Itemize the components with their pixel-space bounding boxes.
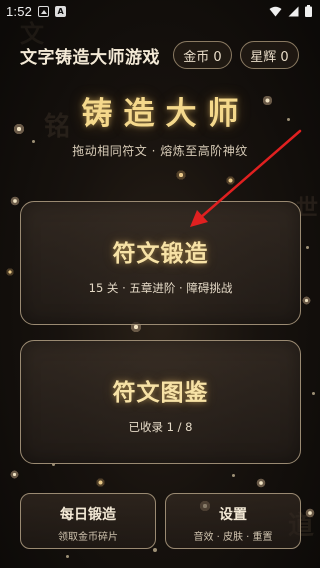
annotation-arrow-icon <box>190 129 302 227</box>
